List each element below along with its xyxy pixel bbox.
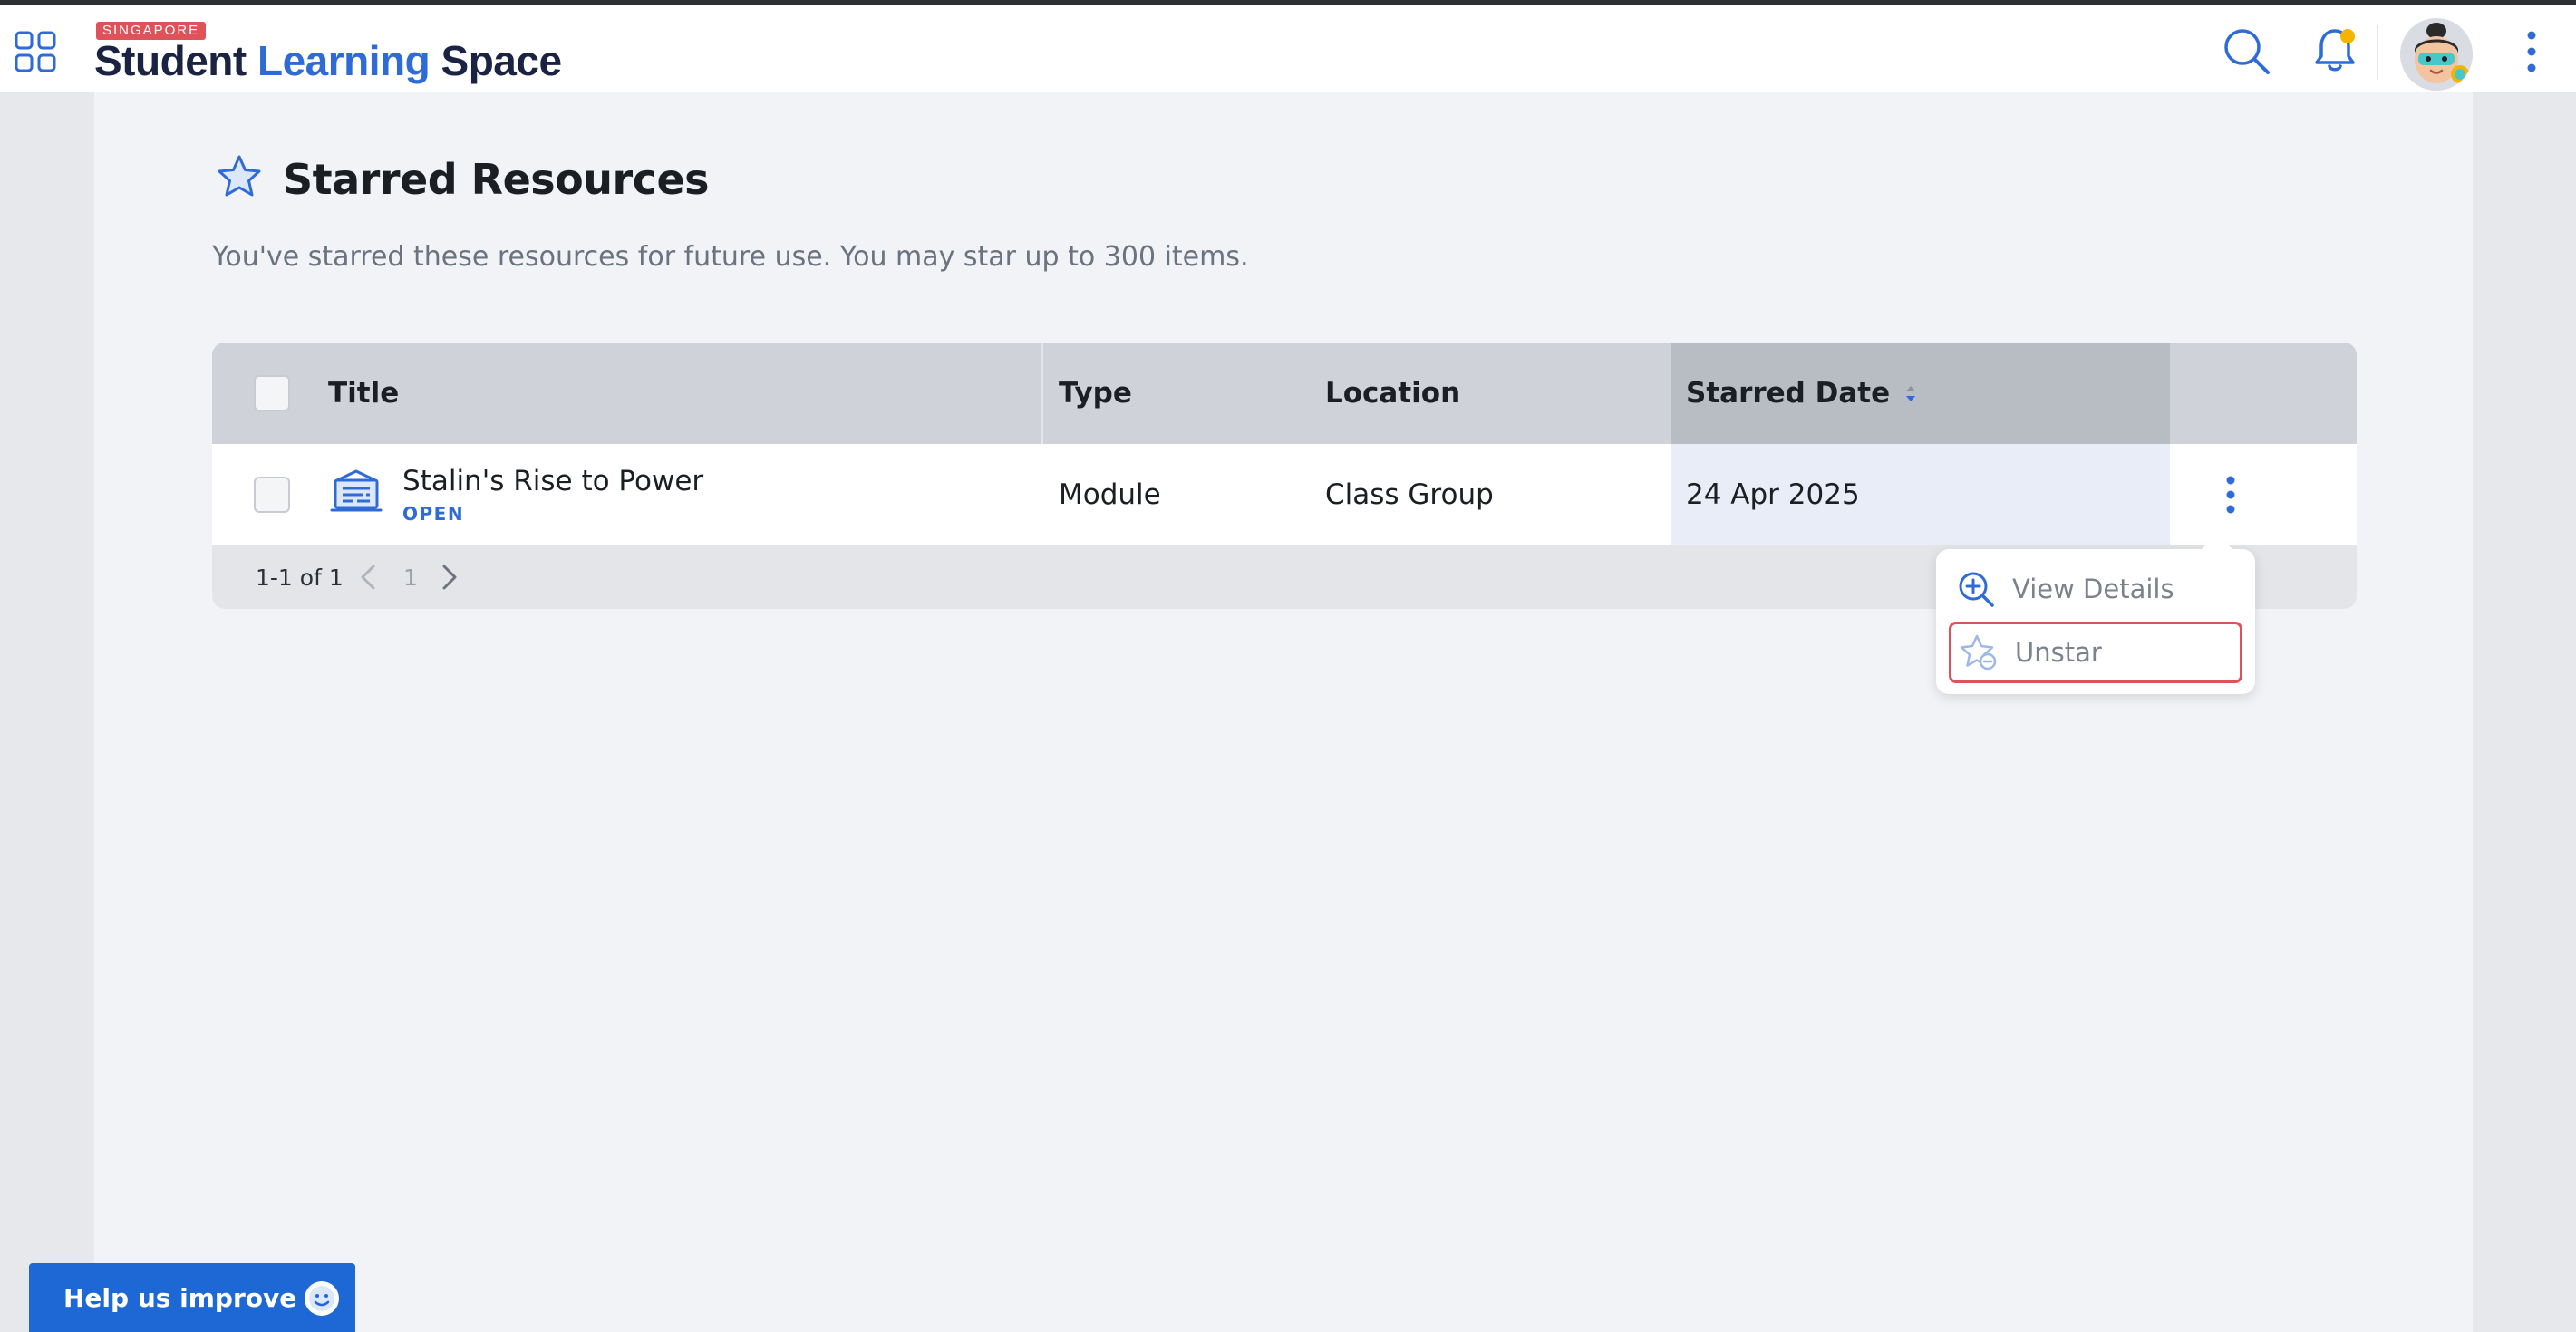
column-header-starred-date-label: Starred Date xyxy=(1686,377,1891,410)
notification-dot xyxy=(2340,29,2355,43)
bell-icon[interactable] xyxy=(2310,25,2360,76)
menu-item-unstar-label: Unstar xyxy=(2015,637,2102,668)
module-icon xyxy=(330,468,383,522)
smiley-icon xyxy=(303,1279,341,1318)
page-subtitle: You've starred these resources for futur… xyxy=(212,241,1249,273)
resource-status-label: OPEN xyxy=(402,503,465,525)
column-header-title[interactable]: Title xyxy=(328,343,399,444)
more-vertical-icon[interactable] xyxy=(2518,27,2545,76)
apps-grid-icon[interactable] xyxy=(13,29,58,74)
search-icon[interactable] xyxy=(2221,25,2271,76)
column-header-location[interactable]: Location xyxy=(1325,343,1460,444)
row-actions-kebab-icon[interactable] xyxy=(2217,473,2244,516)
row-checkbox[interactable] xyxy=(254,477,290,513)
menu-item-unstar[interactable]: Unstar xyxy=(1949,622,2242,683)
header-divider xyxy=(2377,25,2378,80)
menu-item-view-details-label: View Details xyxy=(2012,574,2174,604)
column-header-type[interactable]: Type xyxy=(1059,343,1132,444)
page-title: Starred Resources xyxy=(283,155,710,204)
row-title-cell: Stalin's Rise to Power OPEN xyxy=(402,444,703,545)
table-row[interactable]: Stalin's Rise to Power OPEN Module Class… xyxy=(212,444,2357,545)
pagination-current-page[interactable]: 1 xyxy=(397,545,424,609)
zoom-in-icon xyxy=(1956,569,1996,609)
app-header: SINGAPORE Student Learning Space xyxy=(0,5,2576,92)
logo-wordmark: Student Learning Space xyxy=(94,37,562,84)
chevron-left-icon[interactable] xyxy=(353,562,384,593)
menu-item-view-details[interactable]: View Details xyxy=(1949,558,2242,620)
left-gutter xyxy=(0,92,94,1332)
star-icon xyxy=(214,152,265,207)
select-all-checkbox[interactable] xyxy=(254,375,290,411)
unstar-icon xyxy=(1959,632,1999,672)
sort-icon[interactable] xyxy=(1903,382,1919,404)
row-type-cell: Module xyxy=(1059,478,1161,511)
row-location-cell: Class Group xyxy=(1325,478,1494,511)
help-us-improve-button[interactable]: Help us improve xyxy=(29,1263,355,1332)
row-starred-date-cell: 24 Apr 2025 xyxy=(1671,444,2170,545)
help-us-improve-label: Help us improve xyxy=(63,1282,297,1313)
avatar[interactable] xyxy=(2400,18,2473,91)
page-title-row: Starred Resources xyxy=(214,152,710,207)
table-header: Title Type Location Starred Date xyxy=(212,343,2357,444)
column-header-starred-date[interactable]: Starred Date xyxy=(1671,343,2170,444)
row-actions-menu: View Details Unstar xyxy=(1936,534,2255,694)
right-gutter xyxy=(2473,92,2576,1332)
pagination-range: 1-1 of 1 xyxy=(256,564,344,591)
row-starred-date-value: 24 Apr 2025 xyxy=(1686,478,1860,511)
row-module-icon xyxy=(330,444,383,545)
resource-title-link[interactable]: Stalin's Rise to Power xyxy=(402,465,703,497)
main-content xyxy=(94,92,2473,1332)
chevron-right-icon[interactable] xyxy=(433,562,464,593)
